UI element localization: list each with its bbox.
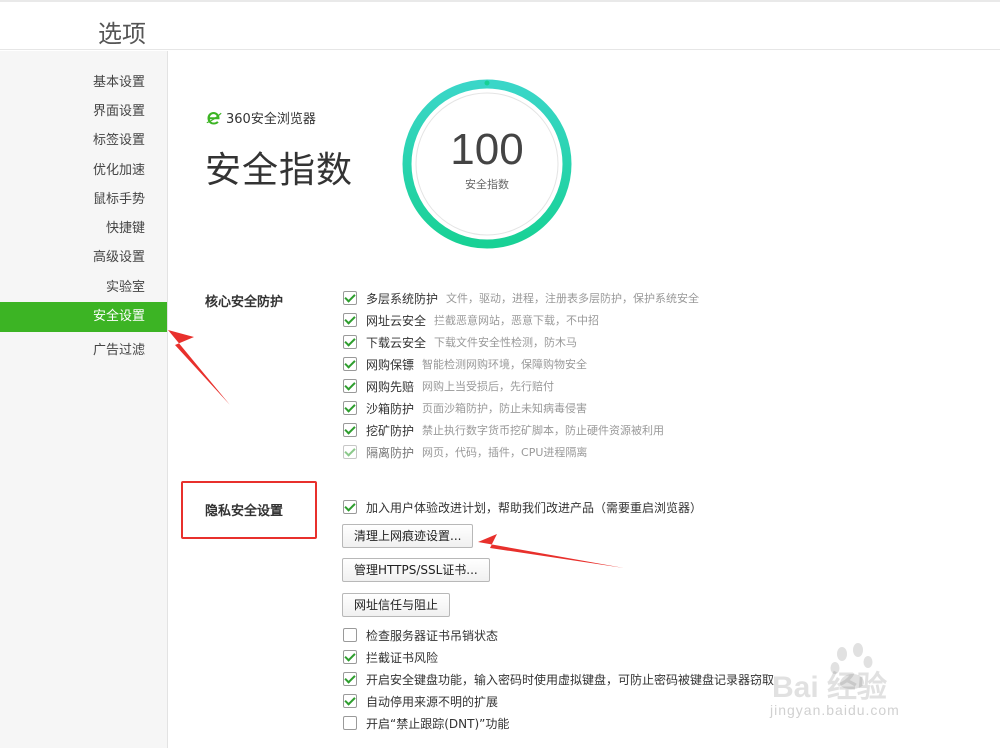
- option-description: 禁止执行数字货币挖矿脚本，防止硬件资源被利用: [422, 424, 665, 437]
- option-description: 智能检测网购环境，保障购物安全: [422, 358, 588, 371]
- checkbox[interactable]: [343, 694, 357, 708]
- annotation-arrow-sidebar: [168, 330, 230, 405]
- option-mining-protection[interactable]: 挖矿防护 禁止执行数字货币挖矿脚本，防止硬件资源被利用: [343, 421, 664, 439]
- checkbox[interactable]: [343, 313, 357, 327]
- window-title: 选项: [98, 20, 146, 48]
- option-label: 隔离防护: [366, 445, 415, 460]
- checkbox: [343, 445, 357, 459]
- option-block-cert-risk[interactable]: 拦截证书风险: [343, 648, 438, 666]
- option-description: 页面沙箱防护，防止未知病毒侵害: [422, 402, 588, 415]
- option-label: 开启安全键盘功能，输入密码时使用虚拟键盘，可防止密码被键盘记录器窃取: [366, 672, 775, 687]
- annotation-arrow-button: [478, 534, 624, 568]
- sidebar-item-basic[interactable]: 基本设置: [93, 73, 145, 93]
- sidebar: 基本设置 界面设置 标签设置 优化加速 鼠标手势 快捷键 高级设置 实验室 安全…: [0, 51, 168, 748]
- option-shopping-guard[interactable]: 网购保镖 智能检测网购环境，保障购物安全: [343, 355, 587, 373]
- option-label: 沙箱防护: [366, 401, 415, 416]
- option-multilayer-protection[interactable]: 多层系统防护 文件，驱动，进程，注册表多层防护，保护系统安全: [343, 289, 699, 307]
- option-description: 下载文件安全性检测，防木马: [434, 336, 578, 349]
- option-label: 开启“禁止跟踪(DNT)”功能: [366, 716, 510, 731]
- option-description: 文件，驱动，进程，注册表多层防护，保护系统安全: [446, 292, 700, 305]
- sidebar-item-shortcuts[interactable]: 快捷键: [106, 219, 145, 239]
- options-header: 选项: [0, 0, 1000, 50]
- watermark-brand: Bai 经验: [772, 671, 888, 704]
- manage-ssl-certificates-button[interactable]: 管理HTTPS/SSL证书...: [342, 558, 490, 582]
- option-label: 检查服务器证书吊销状态: [366, 628, 499, 643]
- option-label: 网购保镖: [366, 357, 415, 372]
- checkbox[interactable]: [343, 335, 357, 349]
- security-index-title: 安全指数: [205, 150, 354, 191]
- option-label: 自动停用来源不明的扩展: [366, 694, 499, 709]
- checkbox[interactable]: [343, 423, 357, 437]
- security-score-label: 安全指数: [465, 178, 509, 191]
- checkbox[interactable]: [343, 716, 357, 730]
- url-trust-block-button[interactable]: 网址信任与阻止: [342, 593, 451, 617]
- sidebar-item-adblock[interactable]: 广告过滤: [93, 341, 145, 361]
- option-download-cloud-security[interactable]: 下载云安全 下载文件安全性检测，防木马: [343, 333, 577, 351]
- option-label: 网址云安全: [366, 313, 427, 328]
- sidebar-item-lab[interactable]: 实验室: [106, 278, 145, 298]
- annotation-highlight-box: [181, 481, 317, 539]
- security-score: 100: [450, 125, 524, 174]
- checkbox[interactable]: [343, 672, 357, 686]
- option-do-not-track[interactable]: 开启“禁止跟踪(DNT)”功能: [343, 714, 509, 732]
- option-label: 加入用户体验改进计划，帮助我们改进产品（需要重启浏览器）: [366, 500, 703, 515]
- sidebar-item-security[interactable]: 安全设置: [0, 302, 167, 332]
- option-label: 网购先赔: [366, 379, 415, 394]
- sidebar-item-advanced[interactable]: 高级设置: [93, 248, 145, 268]
- sidebar-item-optimize[interactable]: 优化加速: [93, 161, 145, 181]
- option-isolation-protection: 隔离防护 网页，代码，插件，CPU进程隔离: [343, 443, 587, 461]
- option-description: 网购上当受损后，先行赔付: [422, 380, 555, 393]
- checkbox[interactable]: [343, 379, 357, 393]
- option-label: 多层系统防护: [366, 291, 439, 306]
- option-sandbox-protection[interactable]: 沙箱防护 页面沙箱防护，防止未知病毒侵害: [343, 399, 587, 417]
- browser-logo-icon: [206, 111, 222, 124]
- brand: 360安全浏览器: [206, 108, 316, 127]
- option-description: 网页，代码，插件，CPU进程隔离: [422, 446, 588, 459]
- option-description: 拦截恶意网站，恶意下载，不中招: [434, 314, 600, 327]
- sidebar-item-interface[interactable]: 界面设置: [93, 102, 145, 122]
- option-secure-keyboard[interactable]: 开启安全键盘功能，输入密码时使用虚拟键盘，可防止密码被键盘记录器窃取: [343, 670, 774, 688]
- brand-name: 360安全浏览器: [226, 112, 316, 127]
- option-label: 下载云安全: [366, 335, 427, 350]
- checkbox[interactable]: [343, 291, 357, 305]
- core-security-label: 核心安全防护: [205, 295, 284, 310]
- sidebar-item-tabs[interactable]: 标签设置: [93, 131, 145, 151]
- checkbox[interactable]: [343, 401, 357, 415]
- option-disable-unknown-extensions[interactable]: 自动停用来源不明的扩展: [343, 692, 498, 710]
- sidebar-item-mouse-gesture[interactable]: 鼠标手势: [93, 190, 145, 210]
- option-label: 拦截证书风险: [366, 650, 439, 665]
- option-shopping-compensation[interactable]: 网购先赔 网购上当受损后，先行赔付: [343, 377, 554, 395]
- option-label: 挖矿防护: [366, 423, 415, 438]
- checkbox[interactable]: [343, 500, 357, 514]
- checkbox[interactable]: [343, 650, 357, 664]
- watermark-url: jingyan.baidu.com: [770, 702, 900, 718]
- checkbox[interactable]: [343, 628, 357, 642]
- option-join-experience-program[interactable]: 加入用户体验改进计划，帮助我们改进产品（需要重启浏览器）: [343, 498, 702, 516]
- option-url-cloud-security[interactable]: 网址云安全 拦截恶意网站，恶意下载，不中招: [343, 311, 599, 329]
- clear-history-settings-button[interactable]: 清理上网痕迹设置...: [342, 524, 474, 548]
- option-check-cert-revocation[interactable]: 检查服务器证书吊销状态: [343, 626, 498, 644]
- checkbox[interactable]: [343, 357, 357, 371]
